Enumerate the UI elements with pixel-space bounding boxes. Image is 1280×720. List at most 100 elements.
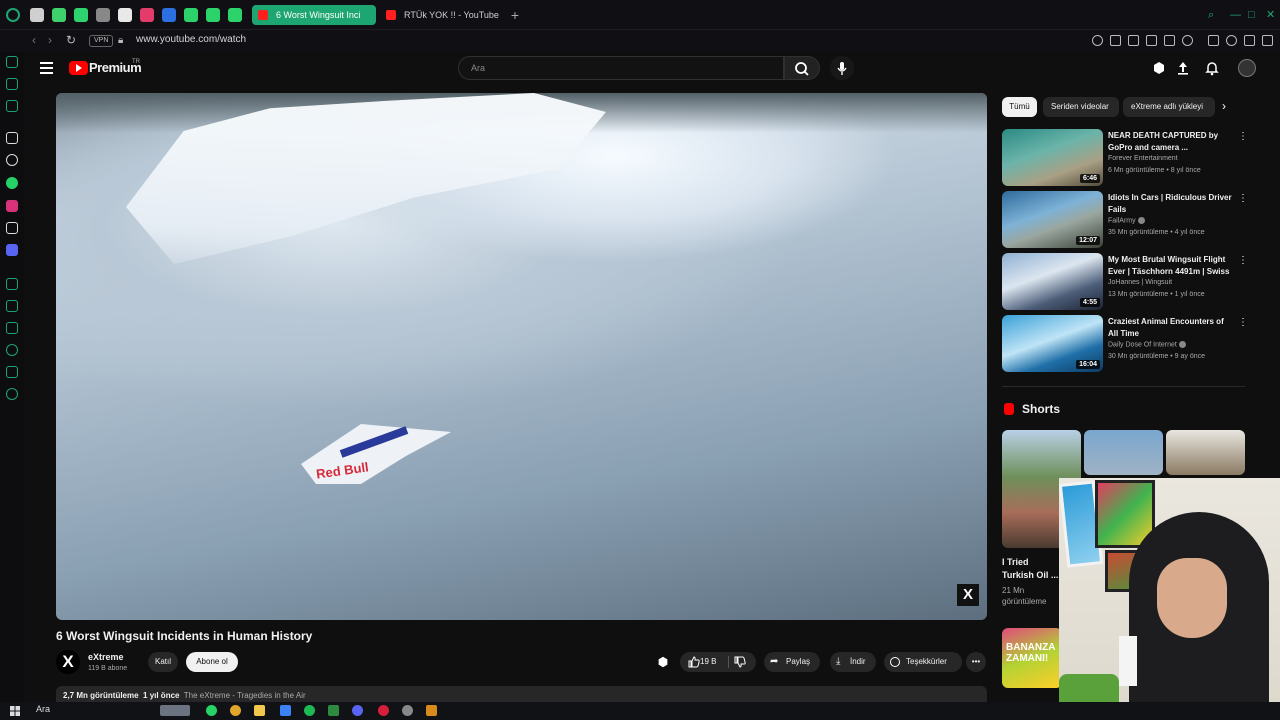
snapshot-icon[interactable] [1128, 35, 1139, 46]
new-tab-button[interactable]: + [508, 7, 522, 23]
recommendation-title[interactable]: My Most Brutal Wingsuit Flight Ever | Tä… [1108, 254, 1234, 278]
video-player[interactable]: Red Bull X [56, 93, 987, 620]
join-button[interactable]: Katıl [148, 652, 178, 672]
recommendation-channel[interactable]: Daily Dose Of Internet [1108, 341, 1186, 348]
short-thumbnail[interactable]: BANANZA ZAMANI! [1002, 628, 1062, 688]
like-count[interactable]: 19 B [700, 652, 716, 672]
taskbar-app-icon[interactable] [160, 705, 190, 716]
hamburger-menu-button[interactable] [40, 61, 54, 75]
forward-icon[interactable]: › [48, 33, 52, 47]
pinned-tab-icon[interactable] [184, 8, 198, 22]
avatar[interactable] [1238, 59, 1256, 77]
whatsapp-icon[interactable] [206, 705, 217, 716]
pinned-tab-icon[interactable] [96, 8, 110, 22]
search-tabs-icon[interactable]: ⌕ [1208, 8, 1214, 22]
channel-avatar[interactable]: X [56, 650, 80, 674]
opera-icon[interactable] [378, 705, 389, 716]
pinned-tab-icon[interactable] [140, 8, 154, 22]
more-actions-button[interactable]: ••• [966, 652, 986, 672]
extensions-icon[interactable] [1208, 35, 1219, 46]
shield-icon[interactable] [1146, 35, 1157, 46]
kebab-menu-icon[interactable]: ⋮ [1238, 131, 1248, 142]
recommendation-item[interactable]: 4:55 My Most Brutal Wingsuit Flight Ever… [1002, 253, 1252, 311]
recommendation-item[interactable]: 6:46 NEAR DEATH CAPTURED by GoPro and ca… [1002, 129, 1252, 187]
recommendation-channel[interactable]: JoHannes | Wingsuit [1108, 279, 1172, 286]
x-twitter-icon[interactable] [6, 222, 18, 234]
steam-icon[interactable] [402, 705, 413, 716]
extension-icon[interactable] [656, 655, 670, 669]
sidebar-app-icon[interactable] [6, 100, 18, 112]
chevron-right-icon[interactable]: › [1222, 99, 1226, 113]
recommendation-item[interactable]: 16:04 Craziest Animal Encounters of All … [1002, 315, 1252, 373]
menu-icon[interactable] [1262, 35, 1273, 46]
recommendation-channel[interactable]: Forever Entertainment [1108, 155, 1178, 162]
thanks-button[interactable]: Teşekkürler [884, 652, 962, 672]
pinned-tab-icon[interactable] [30, 8, 44, 22]
sidebar-app-icon[interactable] [6, 278, 18, 290]
short-thumbnail[interactable] [1084, 430, 1163, 475]
recommendation-title[interactable]: Idiots In Cars | Ridiculous Driver Fails [1108, 192, 1234, 216]
recommendation-channel[interactable]: FailArmy [1108, 217, 1145, 224]
opera-logo-icon[interactable] [6, 8, 20, 22]
taskbar-app-icon[interactable] [280, 705, 291, 716]
file-explorer-icon[interactable] [254, 705, 265, 716]
sidebar-app-icon[interactable] [6, 78, 18, 90]
sidebar-app-icon[interactable] [6, 132, 18, 144]
discord-icon[interactable] [352, 705, 363, 716]
video-thumbnail[interactable]: 6:46 [1002, 129, 1103, 186]
whatsapp-icon[interactable] [6, 177, 18, 189]
url-field[interactable]: www.youtube.com/watch [136, 34, 246, 45]
reload-icon[interactable]: ↻ [66, 33, 76, 47]
extension-icon[interactable] [1151, 60, 1167, 76]
pinned-tab-icon[interactable] [52, 8, 66, 22]
minimize-button[interactable]: — [1230, 8, 1241, 22]
kebab-menu-icon[interactable]: ⋮ [1238, 317, 1248, 328]
back-icon[interactable]: ‹ [32, 33, 36, 47]
share-button[interactable]: ➦ Paylaş [764, 652, 820, 672]
sidebar-app-icon[interactable] [6, 56, 18, 68]
recommendation-item[interactable]: 12:07 Idiots In Cars | Ridiculous Driver… [1002, 191, 1252, 249]
short-title[interactable]: I Tried Turkish Oil ... [1002, 556, 1062, 582]
video-thumbnail[interactable]: 12:07 [1002, 191, 1103, 248]
search-button[interactable] [784, 56, 820, 80]
recommendation-title[interactable]: Craziest Animal Encounters of All Time [1108, 316, 1234, 340]
tab-youtube[interactable]: RTÜk YOK !! - YouTube [380, 5, 504, 25]
upload-icon[interactable] [1175, 60, 1191, 76]
taskbar-app-icon[interactable] [328, 705, 339, 716]
recommendation-title[interactable]: NEAR DEATH CAPTURED by GoPro and camera … [1108, 130, 1234, 154]
pinned-tab-icon[interactable] [206, 8, 220, 22]
tab-active-video[interactable]: 6 Worst Wingsuit Inci [252, 5, 376, 25]
thumbs-down-icon[interactable] [734, 656, 746, 668]
download-icon[interactable] [1244, 35, 1255, 46]
taskbar-app-icon[interactable] [426, 705, 437, 716]
zoom-icon[interactable] [1092, 35, 1103, 46]
sidebar-app-icon[interactable] [6, 300, 18, 312]
spotify-icon[interactable] [304, 705, 315, 716]
thumbs-up-icon[interactable] [688, 656, 700, 668]
voice-search-button[interactable] [830, 56, 854, 80]
play-icon[interactable] [1164, 35, 1175, 46]
sidebar-app-icon[interactable] [6, 154, 18, 166]
search-input[interactable]: Ara [458, 56, 784, 80]
account-icon[interactable] [1226, 35, 1237, 46]
instagram-icon[interactable] [6, 200, 18, 212]
vpn-badge[interactable]: VPN [89, 35, 114, 47]
windows-start-icon[interactable] [10, 706, 20, 716]
maximize-button[interactable]: □ [1248, 8, 1255, 22]
notifications-bell-icon[interactable] [1204, 60, 1220, 76]
pinned-tab-icon[interactable] [162, 8, 176, 22]
channel-name[interactable]: eXtreme [88, 652, 124, 662]
settings-icon[interactable] [6, 388, 18, 400]
discord-icon[interactable] [6, 244, 18, 256]
taskbar-search[interactable]: Ara [36, 704, 50, 714]
pinned-tab-icon[interactable] [228, 8, 242, 22]
video-thumbnail[interactable]: 4:55 [1002, 253, 1103, 310]
video-thumbnail[interactable]: 16:04 [1002, 315, 1103, 372]
subscribe-button[interactable]: Abone ol [186, 652, 238, 672]
chrome-icon[interactable] [230, 705, 241, 716]
bookmark-icon[interactable] [1110, 35, 1121, 46]
pinned-tab-icon[interactable] [74, 8, 88, 22]
chip-series-videos[interactable]: Seriden videolar [1043, 97, 1119, 117]
kebab-menu-icon[interactable]: ⋮ [1238, 255, 1248, 266]
kebab-menu-icon[interactable]: ⋮ [1238, 193, 1248, 204]
